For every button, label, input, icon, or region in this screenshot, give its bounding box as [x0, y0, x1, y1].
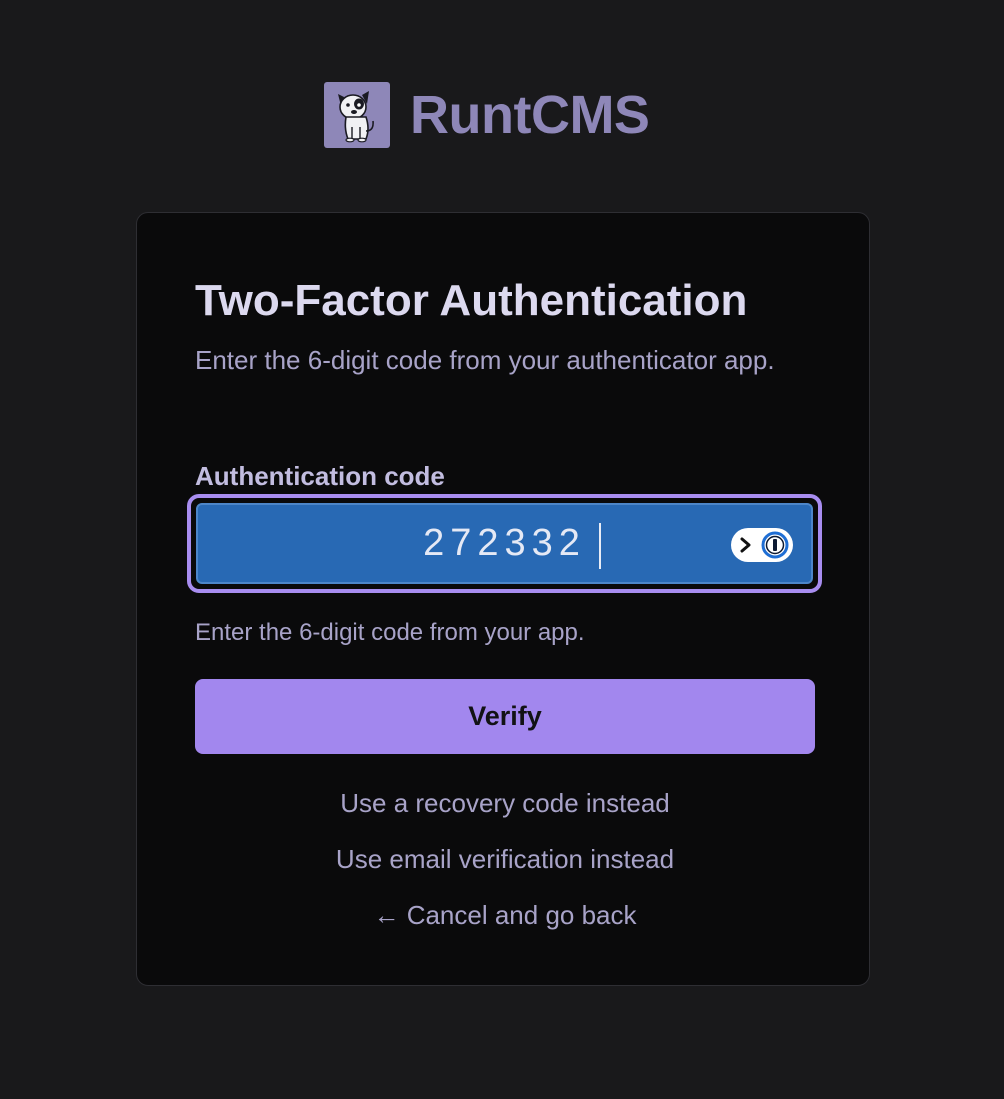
- page-subtitle: Enter the 6-digit code from your authent…: [195, 345, 775, 375]
- authentication-code-focus-ring: [187, 494, 822, 593]
- authentication-code-field: [196, 503, 813, 584]
- chevron-right-icon: [739, 536, 753, 554]
- recovery-code-link[interactable]: Use a recovery code instead: [195, 786, 815, 820]
- password-manager-key-icon: [761, 531, 789, 559]
- brand-logo: RuntCMS: [324, 82, 650, 148]
- password-manager-button[interactable]: [731, 528, 793, 562]
- email-verification-link[interactable]: Use email verification instead: [195, 842, 815, 876]
- two-factor-card: Two-Factor Authentication Enter the 6-di…: [136, 212, 870, 986]
- page-title: Two-Factor Authentication: [195, 276, 748, 325]
- text-caret: [599, 523, 601, 569]
- verify-button[interactable]: Verify: [195, 679, 815, 754]
- cancel-link[interactable]: ← Cancel and go back: [195, 898, 815, 932]
- authentication-code-label: Authentication code: [195, 461, 445, 491]
- authentication-code-input[interactable]: [198, 505, 811, 582]
- field-helper-text: Enter the 6-digit code from your app.: [195, 619, 585, 646]
- dog-logo-icon: [324, 82, 390, 148]
- brand-name: RuntCMS: [410, 85, 650, 145]
